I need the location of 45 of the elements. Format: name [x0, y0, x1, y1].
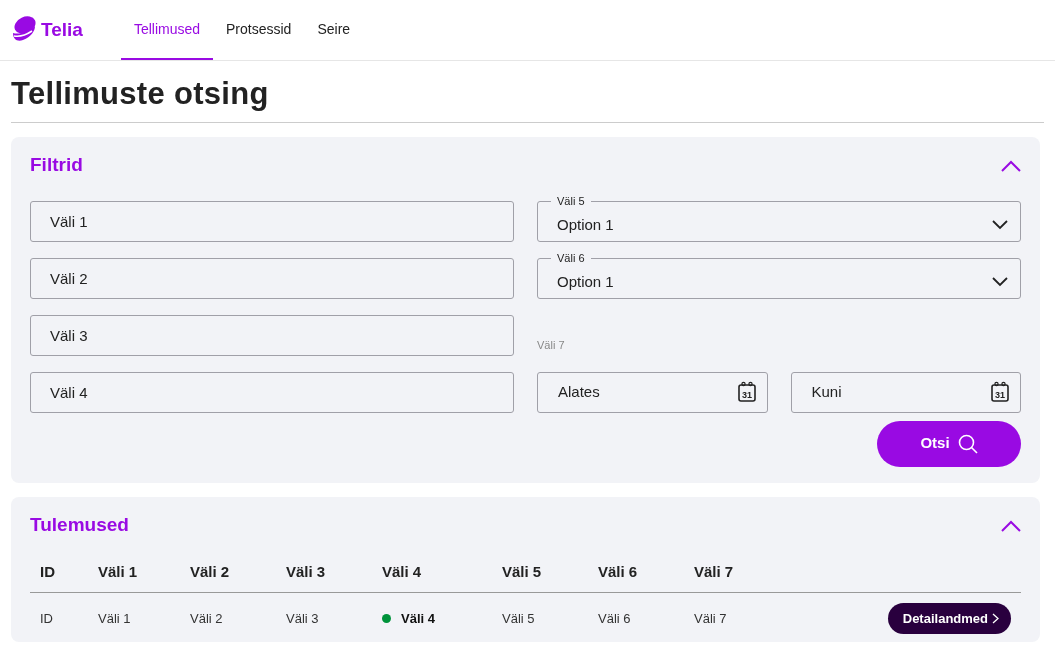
column-header: Väli 3 — [276, 553, 372, 593]
table-cell: Väli 1 — [88, 592, 180, 641]
column-header: Väli 4 — [372, 553, 492, 593]
calendar-icon[interactable]: 31 — [736, 381, 757, 404]
select-value: Option 1 — [557, 214, 614, 235]
date-field[interactable]: Kuni 31 — [790, 371, 1021, 413]
search-button[interactable]: Otsi — [877, 420, 1021, 467]
column-header: Väli 1 — [88, 553, 180, 593]
field-label: Väli 6 — [551, 251, 591, 264]
text-field[interactable]: Väli 3 — [30, 314, 514, 356]
details-button[interactable]: Detailandmed — [887, 602, 1011, 635]
dropdown-icon — [992, 220, 1008, 231]
chevron-icon — [1001, 160, 1021, 173]
brand-name: Telia — [41, 17, 83, 42]
chevron-right-icon — [992, 612, 999, 624]
table-cell: Väli 6 — [588, 592, 684, 641]
date-field[interactable]: Alates 31 — [537, 371, 768, 413]
chevron-icon — [1001, 519, 1021, 532]
table-cell: Väli 2 — [180, 592, 276, 641]
nav-tab[interactable]: Protsessid — [213, 0, 305, 60]
text-field[interactable]: Väli 4 — [30, 371, 514, 413]
table-cell: Väli 3 — [276, 592, 372, 641]
column-header: Väli 5 — [492, 553, 588, 593]
logo-icon — [11, 16, 37, 44]
panel-title: Tulemused — [30, 512, 129, 537]
text-field[interactable]: Väli 1 — [30, 200, 514, 242]
column-header: Väli 2 — [180, 553, 276, 593]
table-cell: Väli 4 — [401, 610, 435, 626]
column-header: ID — [30, 553, 88, 593]
column-header: Väli 6 — [588, 553, 684, 593]
select-value: Option 1 — [557, 271, 614, 292]
field-label: Väli 5 — [551, 194, 591, 207]
calendar-icon[interactable]: 31 — [990, 381, 1010, 404]
text-field[interactable]: Väli 2 — [30, 257, 514, 299]
panel-title: Filtrid — [30, 153, 83, 178]
column-header: Väli 7 — [684, 553, 780, 593]
search-icon — [957, 433, 978, 454]
field-label: Väli 7 — [537, 338, 565, 354]
nav-tab[interactable]: Tellimused — [120, 0, 214, 60]
nav-tab[interactable]: Seire — [304, 0, 364, 60]
dropdown-icon — [992, 277, 1008, 288]
page-title: Tellimuste otsing — [11, 75, 1044, 124]
table-cell: Väli 5 — [492, 592, 588, 641]
table-cell: ID — [30, 592, 88, 641]
table-cell: Väli 7 — [684, 592, 780, 641]
